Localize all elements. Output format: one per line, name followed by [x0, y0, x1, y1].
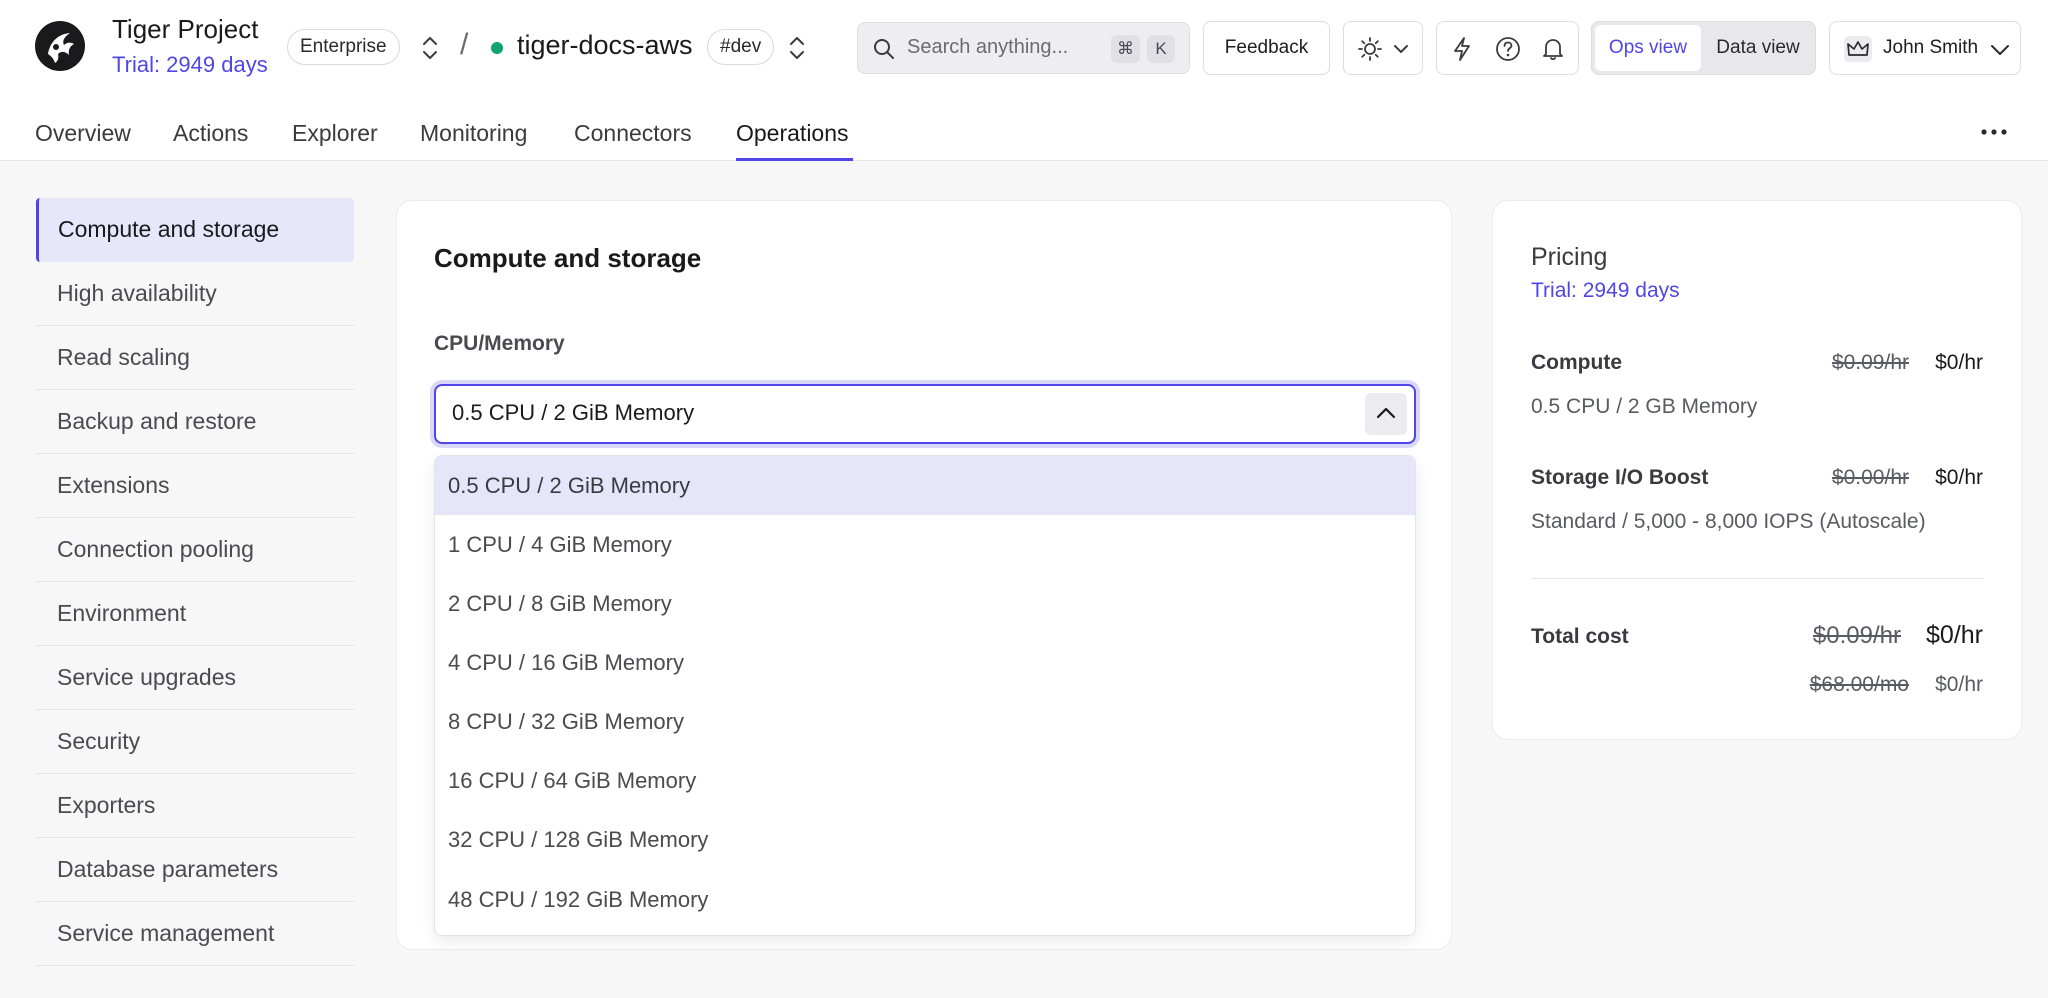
- shortcut-mod-key: ⌘: [1111, 35, 1140, 63]
- project-trial-text: Trial: 2949 days: [112, 52, 268, 77]
- option-item[interactable]: 32 CPU / 128 GiB Memory: [435, 810, 1415, 869]
- tiger-logo-icon[interactable]: [34, 20, 86, 72]
- service-switcher-icon[interactable]: [786, 34, 808, 62]
- sidebar-item-high-availability[interactable]: High availability: [36, 262, 354, 326]
- cpu-memory-select[interactable]: 0.5 CPU / 2 GiB Memory: [434, 384, 1416, 444]
- pricing-card: Pricing Trial: 2949 days Compute $0.09/h…: [1492, 200, 2022, 740]
- cpu-memory-options: 0.5 CPU / 2 GiB Memory 1 CPU / 4 GiB Mem…: [434, 455, 1416, 936]
- sidebar-item-database-parameters[interactable]: Database parameters: [36, 838, 354, 902]
- option-item[interactable]: 16 CPU / 64 GiB Memory: [435, 751, 1415, 810]
- chevron-down-icon: [1393, 43, 1409, 55]
- sidebar-item-service-upgrades[interactable]: Service upgrades: [36, 646, 354, 710]
- compute-old-price: $0.09/hr: [1831, 351, 1909, 374]
- total-monthly-price: $0/hr: [1935, 673, 1983, 696]
- user-name: John Smith: [1883, 37, 1979, 58]
- total-old-monthly: $68.00/mo: [1809, 673, 1909, 696]
- total-old-hourly: $0.09/hr: [1812, 622, 1901, 649]
- tab-monitoring[interactable]: Monitoring: [420, 120, 527, 147]
- search-icon: [872, 37, 896, 61]
- project-switcher-icon[interactable]: [419, 34, 441, 62]
- chevron-up-icon[interactable]: [1365, 393, 1407, 435]
- option-item[interactable]: 8 CPU / 32 GiB Memory: [435, 692, 1415, 751]
- pricing-divider: [1531, 578, 1983, 579]
- theme-toggle-button[interactable]: [1343, 21, 1423, 75]
- view-toggle: Ops view Data view: [1591, 21, 1816, 75]
- compute-label: Compute: [1531, 351, 1622, 374]
- breadcrumb-separator: /: [460, 28, 469, 61]
- compute-storage-card: Compute and storage CPU/Memory 0.5 CPU /…: [396, 200, 1452, 950]
- service-name[interactable]: tiger-docs-aws: [517, 30, 693, 61]
- data-view-button[interactable]: Data view: [1703, 25, 1813, 71]
- crown-icon: [1844, 36, 1872, 62]
- top-header: Tiger Project Trial: 2949 days Enterpris…: [0, 0, 2048, 161]
- plan-badge: Enterprise: [287, 29, 400, 65]
- option-item[interactable]: 4 CPU / 16 GiB Memory: [435, 633, 1415, 692]
- utility-buttons-group: [1436, 21, 1579, 75]
- active-tab-indicator: [736, 158, 853, 161]
- sidebar-item-backup-and-restore[interactable]: Backup and restore: [36, 390, 354, 454]
- ops-view-button[interactable]: Ops view: [1595, 25, 1701, 71]
- lightning-icon[interactable]: [1450, 36, 1474, 62]
- tab-explorer[interactable]: Explorer: [292, 120, 378, 147]
- sidebar-item-security[interactable]: Security: [36, 710, 354, 774]
- cpu-memory-label: CPU/Memory: [434, 332, 565, 355]
- sidebar-item-read-scaling[interactable]: Read scaling: [36, 326, 354, 390]
- option-item[interactable]: 0.5 CPU / 2 GiB Memory: [435, 456, 1415, 515]
- bell-icon[interactable]: [1541, 36, 1565, 62]
- search-box[interactable]: Search anything... ⌘ K: [857, 22, 1190, 74]
- shortcut-k-key: K: [1147, 35, 1175, 63]
- user-menu-button[interactable]: John Smith: [1829, 21, 2021, 75]
- tab-actions[interactable]: Actions: [173, 120, 248, 147]
- tab-operations[interactable]: Operations: [736, 120, 849, 147]
- search-placeholder: Search anything...: [907, 36, 1069, 58]
- pricing-trial-text: Trial: 2949 days: [1531, 279, 1680, 302]
- selected-value: 0.5 CPU / 2 GiB Memory: [452, 400, 695, 425]
- compute-description: 0.5 CPU / 2 GB Memory: [1531, 395, 1758, 418]
- sidebar-item-compute-and-storage[interactable]: Compute and storage: [36, 198, 354, 262]
- total-hourly-price: $0/hr: [1926, 621, 1983, 649]
- service-status-dot: [491, 42, 503, 54]
- feedback-button[interactable]: Feedback: [1203, 21, 1330, 75]
- more-options-icon[interactable]: [1978, 118, 2010, 146]
- sidebar-item-environment[interactable]: Environment: [36, 582, 354, 646]
- chevron-down-icon: [1990, 43, 2010, 56]
- sidebar-item-exporters[interactable]: Exporters: [36, 774, 354, 838]
- total-cost-label: Total cost: [1531, 625, 1629, 648]
- storage-description: Standard / 5,000 - 8,000 IOPS (Autoscale…: [1531, 510, 1926, 533]
- help-icon[interactable]: [1495, 36, 1521, 62]
- storage-price: $0/hr: [1935, 466, 1983, 489]
- env-badge: #dev: [707, 29, 775, 65]
- sidebar-item-connection-pooling[interactable]: Connection pooling: [36, 518, 354, 582]
- option-item[interactable]: 2 CPU / 8 GiB Memory: [435, 574, 1415, 633]
- tab-connectors[interactable]: Connectors: [574, 120, 692, 147]
- section-title: Compute and storage: [434, 243, 702, 273]
- sun-icon: [1358, 37, 1382, 61]
- option-item[interactable]: 1 CPU / 4 GiB Memory: [435, 515, 1415, 574]
- compute-price: $0/hr: [1935, 351, 1983, 374]
- project-name[interactable]: Tiger Project: [112, 14, 258, 45]
- sidebar-item-service-management[interactable]: Service management: [36, 902, 354, 966]
- tab-overview[interactable]: Overview: [35, 120, 131, 147]
- pricing-title: Pricing: [1531, 243, 1608, 271]
- sidebar-item-extensions[interactable]: Extensions: [36, 454, 354, 518]
- option-item[interactable]: 48 CPU / 192 GiB Memory: [435, 870, 1415, 929]
- storage-label: Storage I/O Boost: [1531, 466, 1709, 489]
- storage-old-price: $0.00/hr: [1831, 466, 1909, 489]
